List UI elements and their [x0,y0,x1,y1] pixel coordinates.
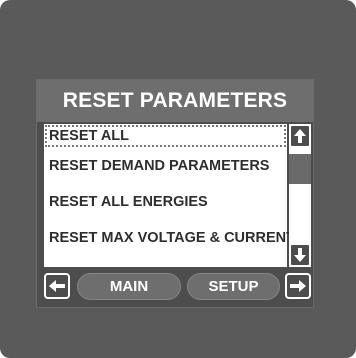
back-button[interactable] [44,273,70,299]
scrollbar-thumb[interactable] [289,154,311,184]
menu-item-reset-all[interactable]: RESET ALL [44,124,287,148]
menu-item-reset-max-voltage-current[interactable]: RESET MAX VOLTAGE & CURRENT [44,222,295,254]
page-title: RESET PARAMETERS [37,80,313,122]
arrow-up-icon [294,129,306,143]
arrow-down-icon [294,248,306,262]
main-button[interactable]: MAIN [77,273,181,300]
display-screen: RESET PARAMETERS RESET ALL RESET DEMAND … [36,79,314,308]
scroll-up-button[interactable] [289,124,311,148]
arrow-right-icon [290,280,306,292]
device-bezel: RESET PARAMETERS RESET ALL RESET DEMAND … [0,0,356,358]
menu-item-reset-demand-parameters[interactable]: RESET DEMAND PARAMETERS [44,150,287,182]
scrollbar[interactable] [289,124,311,267]
bottom-navigation: MAIN SETUP [44,271,311,301]
scroll-down-button[interactable] [289,243,311,267]
menu-item-reset-all-energies[interactable]: RESET ALL ENERGIES [44,186,287,218]
menu-list: RESET ALL RESET DEMAND PARAMETERS RESET … [44,124,295,267]
setup-button[interactable]: SETUP [187,273,280,300]
arrow-left-icon [49,280,65,292]
forward-button[interactable] [285,273,311,299]
